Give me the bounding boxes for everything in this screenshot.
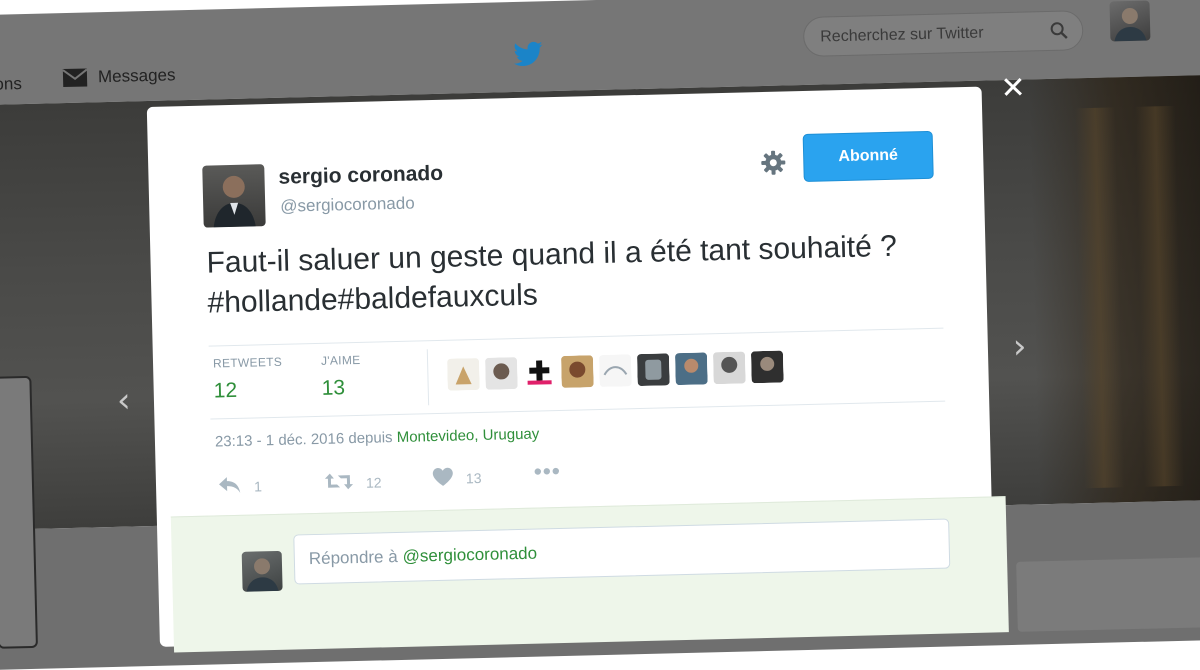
close-icon[interactable]: ✕	[1000, 71, 1026, 107]
my-avatar	[241, 550, 283, 592]
liker-avatar[interactable]	[484, 357, 518, 390]
liker-avatar[interactable]	[522, 356, 556, 389]
likes-count: 13	[321, 376, 346, 400]
liker-avatar[interactable]	[674, 352, 708, 386]
following-button[interactable]: Abonné	[802, 130, 934, 182]
twitter-bird-icon[interactable]	[513, 41, 544, 73]
nav-messages-label: Messages	[97, 65, 176, 87]
next-arrow-icon[interactable]: ›	[1012, 327, 1027, 367]
envelope-icon	[62, 66, 89, 89]
nav-notifications-label: ications	[0, 74, 23, 95]
gear-icon[interactable]	[760, 149, 787, 181]
nav-notifications[interactable]: ications	[0, 74, 22, 95]
user-avatar[interactable]	[1109, 0, 1151, 42]
search-input[interactable]	[818, 21, 1043, 49]
nav-messages[interactable]: Messages	[62, 64, 176, 89]
retweets-label: RETWEETS	[212, 354, 283, 371]
tweet-text: Faut-il saluer un geste quand il a été t…	[206, 229, 898, 320]
likers-avatars	[447, 350, 784, 391]
timeline-card	[0, 375, 38, 649]
liker-avatar[interactable]	[712, 351, 746, 385]
liker-avatar[interactable]	[447, 357, 480, 391]
timeline-card	[1016, 557, 1200, 632]
tweet-meta: 23:13 - 1 déc. 2016 depuis Montevideo, U…	[215, 426, 540, 451]
liker-avatar[interactable]	[636, 353, 670, 387]
tweet-actions: 1 12 13	[218, 458, 719, 500]
retweet-count: 12	[365, 473, 382, 491]
retweet-icon	[324, 471, 355, 495]
liker-avatar[interactable]	[560, 355, 594, 388]
reply-count: 1	[253, 477, 263, 495]
likes-label: J'AIME	[320, 352, 361, 368]
previous-arrow-icon[interactable]: ‹	[116, 381, 131, 421]
author-avatar[interactable]	[202, 164, 266, 228]
reply-input[interactable]: Répondre à @sergiocoronado	[293, 518, 951, 585]
tweet-location[interactable]: Montevideo, Uruguay	[397, 426, 540, 446]
retweet-button[interactable]: 12	[324, 470, 382, 494]
tweet-timestamp[interactable]: 23:13 - 1 déc. 2016 depuis	[215, 429, 397, 450]
more-button[interactable]	[534, 462, 560, 479]
liker-avatar[interactable]	[598, 354, 632, 388]
screenshot-stage: ications Messages ‹ › ✕	[0, 0, 1200, 670]
reply-prefix: Répondre à	[308, 547, 398, 569]
retweets-count: 12	[213, 378, 238, 403]
search-icon[interactable]	[1050, 21, 1069, 44]
author-name[interactable]: sergio coronado	[278, 162, 443, 190]
stats-divider	[426, 349, 430, 406]
liker-avatar[interactable]	[750, 350, 784, 384]
author-handle[interactable]: @sergiocoronado	[280, 193, 415, 216]
more-dots-icon	[534, 462, 560, 479]
like-button[interactable]: 13	[432, 466, 482, 490]
reply-button[interactable]: 1	[218, 475, 262, 497]
reply-mention: @sergiocoronado	[402, 543, 538, 566]
tweet-modal: sergio coronado @sergiocoronado Abonné F…	[146, 86, 1009, 653]
retweets-stat[interactable]: RETWEETS 12	[213, 355, 283, 404]
heart-icon	[432, 467, 455, 491]
search-box[interactable]	[802, 10, 1084, 57]
likes-stat[interactable]: J'AIME 13	[321, 353, 362, 401]
tweet-stats: RETWEETS 12 J'AIME 13	[208, 327, 946, 420]
reply-box: Répondre à @sergiocoronado	[170, 496, 1009, 653]
reply-icon	[218, 476, 243, 498]
like-count: 13	[465, 469, 482, 486]
